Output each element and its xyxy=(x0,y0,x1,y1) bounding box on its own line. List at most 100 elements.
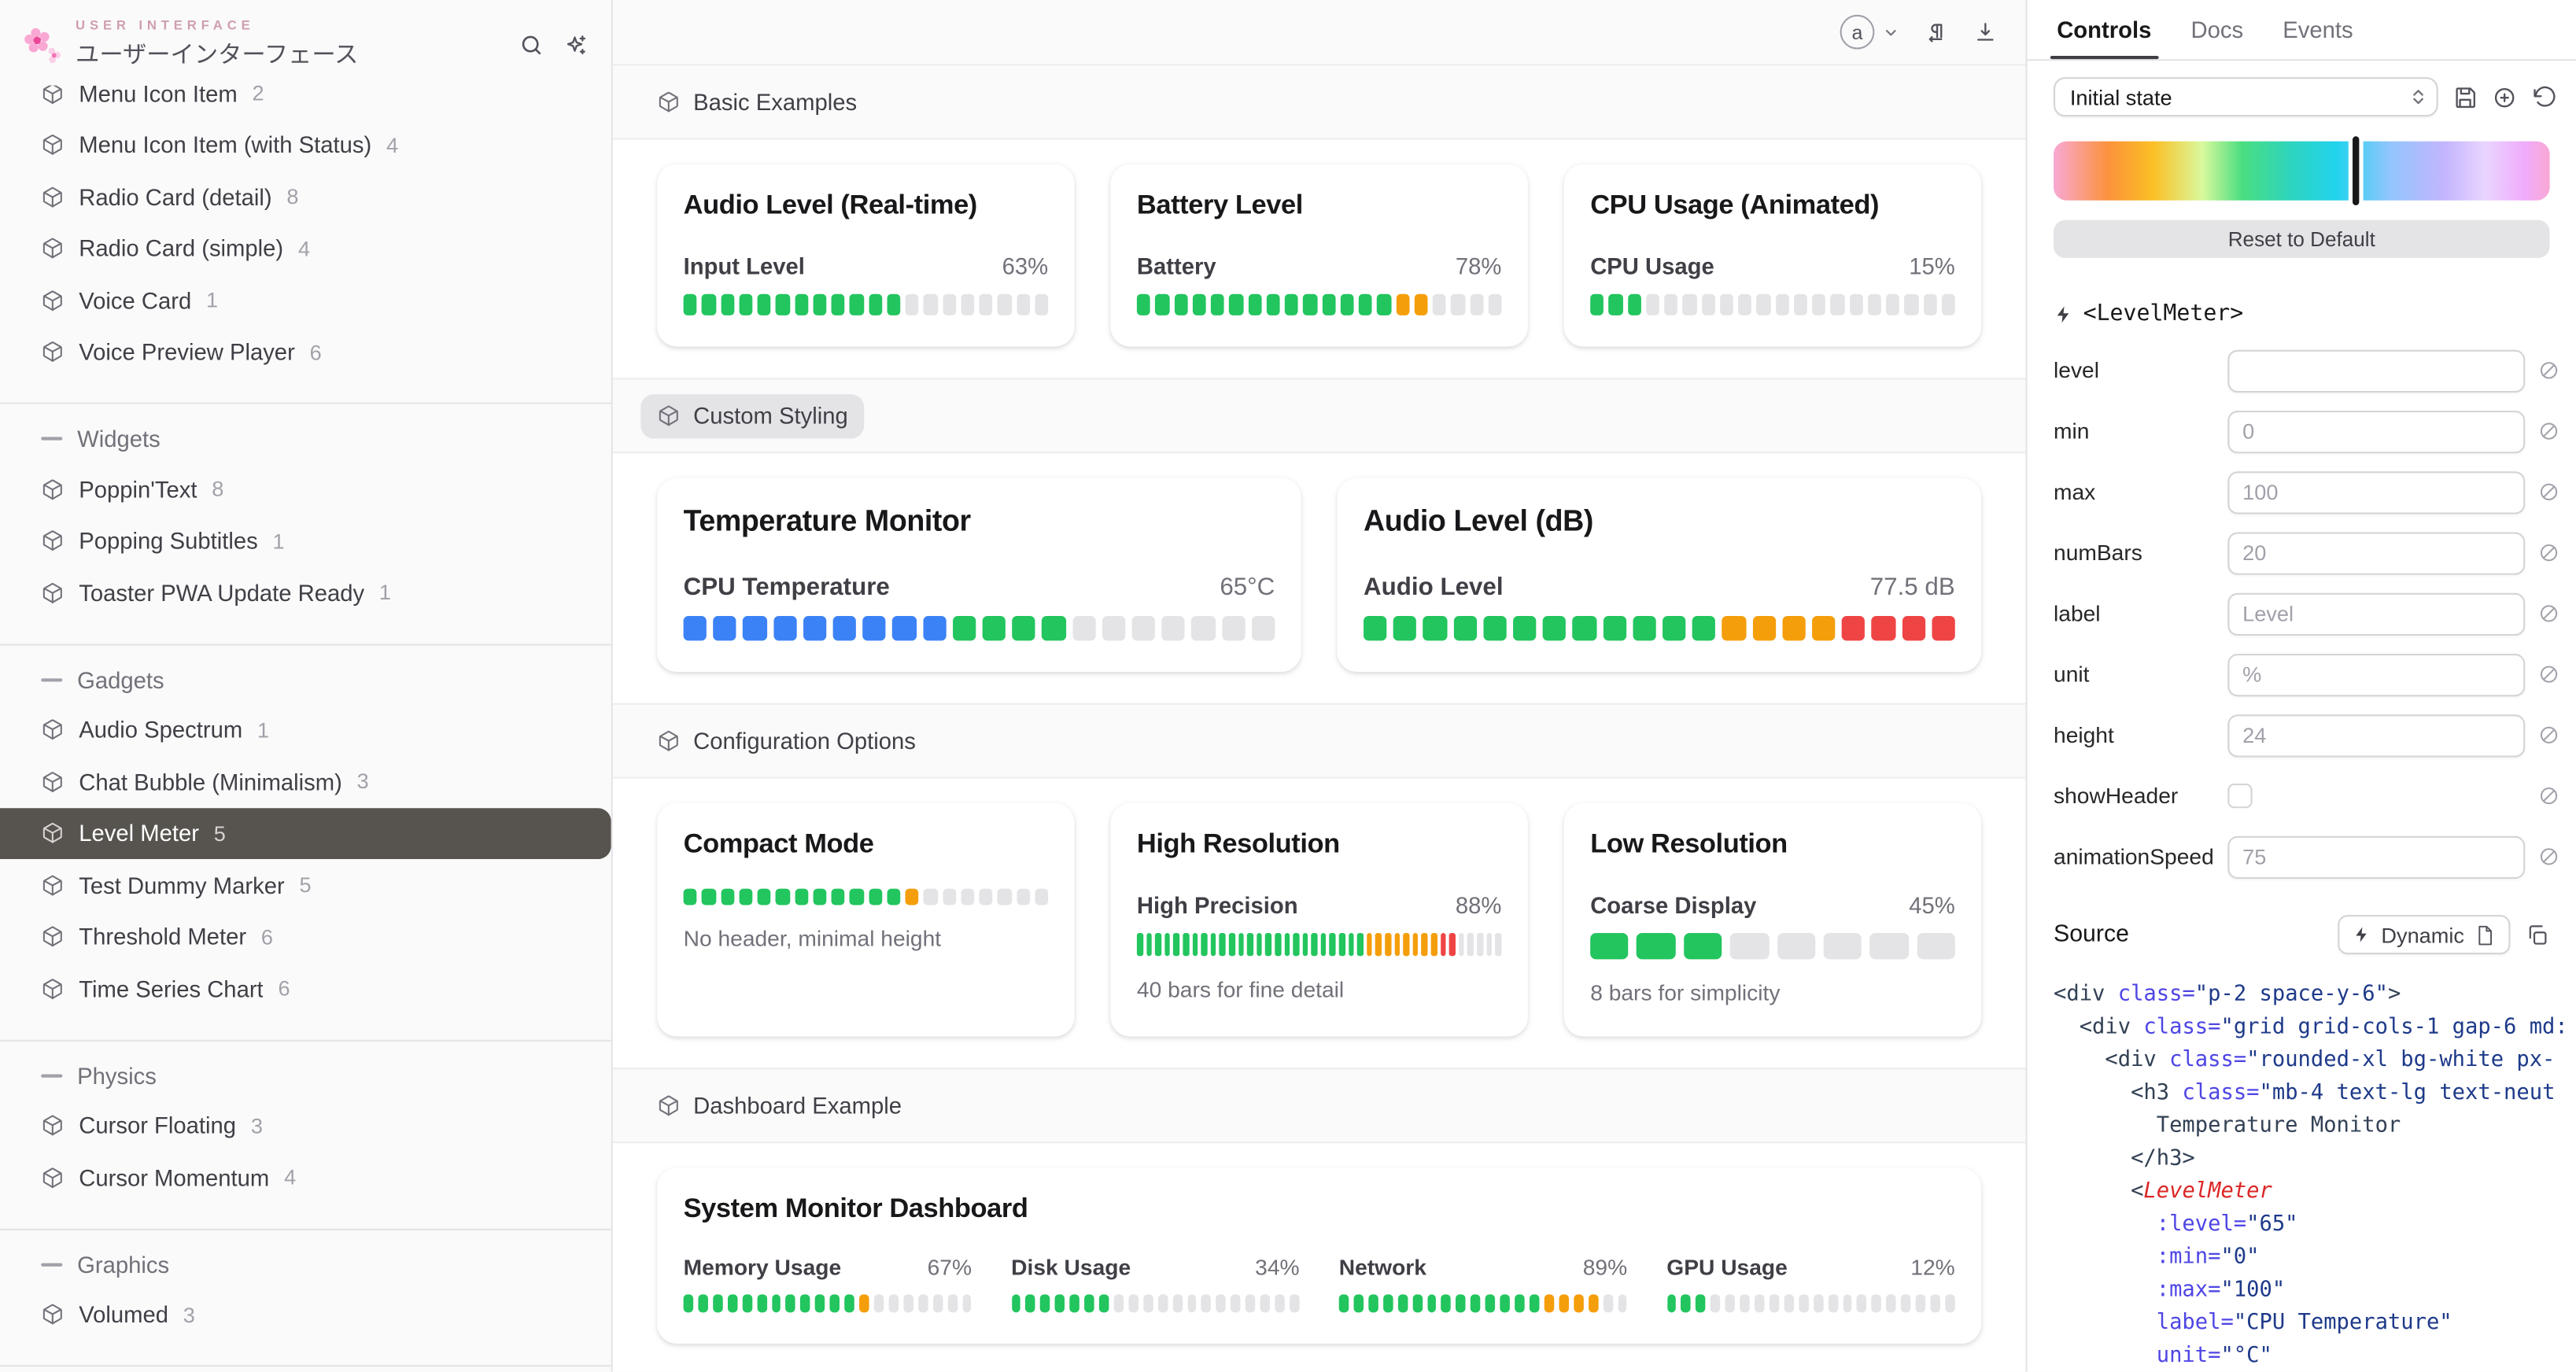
meter-bar xyxy=(893,616,917,640)
reset-to-default-button[interactable]: Reset to Default xyxy=(2054,220,2550,258)
height-input[interactable] xyxy=(2227,714,2525,756)
sidebar-item-label: Chat Bubble (Minimalism) xyxy=(79,769,342,795)
section-title-dashboard-example[interactable]: Dashboard Example xyxy=(657,1093,902,1119)
sidebar-item-radio-card-simple[interactable]: Radio Card (simple)4 xyxy=(0,223,611,275)
sidebar-item-label: Menu Icon Item (with Status) xyxy=(79,132,371,158)
meter-bar xyxy=(813,889,826,905)
sidebar-item-voice-preview-player[interactable]: Voice Preview Player6 xyxy=(0,326,611,378)
min-input[interactable] xyxy=(2227,410,2525,452)
hue-slider-handle[interactable] xyxy=(2353,136,2358,205)
unit-input[interactable] xyxy=(2227,653,2525,695)
sidebar-item-menu-icon-item[interactable]: Menu Icon Item2 xyxy=(0,86,611,120)
sidebar-item-poppin-text[interactable]: Poppin'Text8 xyxy=(0,463,611,515)
sidebar-item-test-dummy-marker[interactable]: Test Dummy Marker5 xyxy=(0,859,611,911)
level-meter-bars xyxy=(1137,933,1502,956)
meter-bar xyxy=(1627,294,1640,315)
meter-bar xyxy=(1574,1294,1583,1312)
sidebar-item-popping-subtitles[interactable]: Popping Subtitles1 xyxy=(0,515,611,567)
clear-prop-icon[interactable] xyxy=(2538,664,2559,685)
sidebar-item-level-meter[interactable]: Level Meter5 xyxy=(0,807,611,859)
reset-state-icon[interactable] xyxy=(2532,85,2556,109)
meter-bar xyxy=(983,616,1006,640)
dash-icon xyxy=(41,677,62,680)
meter-bar xyxy=(1201,933,1208,956)
meter-bar xyxy=(1870,933,1909,959)
sidebar-item-toaster-pwa-update-ready[interactable]: Toaster PWA Update Ready1 xyxy=(0,566,611,618)
text-direction-icon[interactable] xyxy=(1924,20,1948,44)
sidebar-item-audio-spectrum[interactable]: Audio Spectrum1 xyxy=(0,704,611,756)
meter-bar xyxy=(850,889,863,905)
prop-row-level: level xyxy=(2054,340,2559,400)
reset-row: Reset to Default xyxy=(2028,201,2576,258)
add-state-icon[interactable] xyxy=(2493,85,2517,109)
section-title-configuration-options[interactable]: Configuration Options xyxy=(657,728,916,754)
level-meter: Battery78% xyxy=(1137,253,1502,315)
meter-bar xyxy=(1364,616,1387,640)
dynamic-source-button[interactable]: Dynamic xyxy=(2338,915,2510,954)
clear-prop-icon[interactable] xyxy=(2538,785,2559,806)
sidebar-item-cursor-momentum[interactable]: Cursor Momentum4 xyxy=(0,1152,611,1204)
sidebar-item-count: 5 xyxy=(300,872,312,897)
meter-bar xyxy=(1284,933,1290,956)
showHeader-checkbox[interactable] xyxy=(2227,784,2252,808)
tab-docs[interactable]: Docs xyxy=(2171,0,2263,59)
section-header: Basic Examples xyxy=(613,66,2026,140)
clear-prop-icon[interactable] xyxy=(2538,542,2559,563)
save-state-icon[interactable] xyxy=(2452,85,2477,109)
meter-bar xyxy=(905,294,918,315)
app-logo[interactable]: USER INTERFACE ユーザーインターフェース xyxy=(20,18,358,71)
main-toolbar: a xyxy=(613,0,2026,66)
sidebar-item-label: Cursor Momentum xyxy=(79,1164,269,1190)
search-icon[interactable] xyxy=(519,32,544,57)
state-select[interactable]: Initial state xyxy=(2054,77,2438,116)
meter-bar xyxy=(815,1294,825,1312)
meter-bar xyxy=(1573,616,1596,640)
section-header: Configuration Options xyxy=(613,705,2026,779)
background-hue-slider[interactable] xyxy=(2054,142,2550,201)
meter-bar xyxy=(757,1294,766,1312)
clear-prop-icon[interactable] xyxy=(2538,481,2559,503)
tab-events[interactable]: Events xyxy=(2263,0,2373,59)
section-title-basic-examples[interactable]: Basic Examples xyxy=(657,89,857,115)
meter-bar xyxy=(1231,1294,1241,1312)
meter-bar xyxy=(903,1294,913,1312)
clear-prop-icon[interactable] xyxy=(2538,421,2559,442)
numBars-input[interactable] xyxy=(2227,531,2525,574)
meter-bar xyxy=(1456,1294,1466,1312)
sidebar-item-menu-icon-item-with-status[interactable]: Menu Icon Item (with Status)4 xyxy=(0,119,611,171)
sidebar-item-cursor-floating[interactable]: Cursor Floating3 xyxy=(0,1100,611,1152)
label-input[interactable] xyxy=(2227,592,2525,635)
clear-prop-icon[interactable] xyxy=(2538,603,2559,624)
sidebar-item-chat-bubble-minimalism[interactable]: Chat Bubble (Minimalism)3 xyxy=(0,755,611,807)
sidebar-item-time-series-chart[interactable]: Time Series Chart6 xyxy=(0,963,611,1015)
meter-value: 88% xyxy=(1456,892,1502,918)
meter-header: CPU Usage15% xyxy=(1590,253,1955,279)
meter-bar xyxy=(1072,616,1096,640)
sidebar-item-voice-card[interactable]: Voice Card1 xyxy=(0,275,611,326)
account-menu[interactable]: a xyxy=(1840,15,1899,50)
theme-sparkles-icon[interactable] xyxy=(563,32,588,57)
reading-mode-icon[interactable] xyxy=(1973,20,1998,44)
tab-controls[interactable]: Controls xyxy=(2037,0,2171,59)
max-input[interactable] xyxy=(2227,470,2525,513)
meter-bar xyxy=(1016,889,1029,905)
sidebar-item-volumed[interactable]: Volumed3 xyxy=(0,1289,611,1341)
sidebar-item-radio-card-detail[interactable]: Radio Card (detail)8 xyxy=(0,171,611,223)
meter-bar xyxy=(742,1294,751,1312)
avatar[interactable]: a xyxy=(1840,15,1875,50)
level-input[interactable] xyxy=(2227,349,2525,392)
meter-bar xyxy=(1340,294,1353,315)
clear-prop-icon[interactable] xyxy=(2538,846,2559,867)
animationSpeed-input[interactable] xyxy=(2227,835,2525,878)
meter-bar xyxy=(1266,294,1279,315)
meter-bar xyxy=(1495,933,1501,956)
meter-bar xyxy=(932,1294,942,1312)
component-cube-icon xyxy=(41,185,64,208)
meter-bar xyxy=(684,889,697,905)
clear-prop-icon[interactable] xyxy=(2538,725,2559,746)
copy-icon[interactable] xyxy=(2525,922,2549,946)
sidebar-item-threshold-meter[interactable]: Threshold Meter6 xyxy=(0,911,611,963)
state-select-value: Initial state xyxy=(2070,85,2172,109)
section-title-custom-styling[interactable]: Custom Styling xyxy=(640,393,864,437)
clear-prop-icon[interactable] xyxy=(2538,360,2559,381)
